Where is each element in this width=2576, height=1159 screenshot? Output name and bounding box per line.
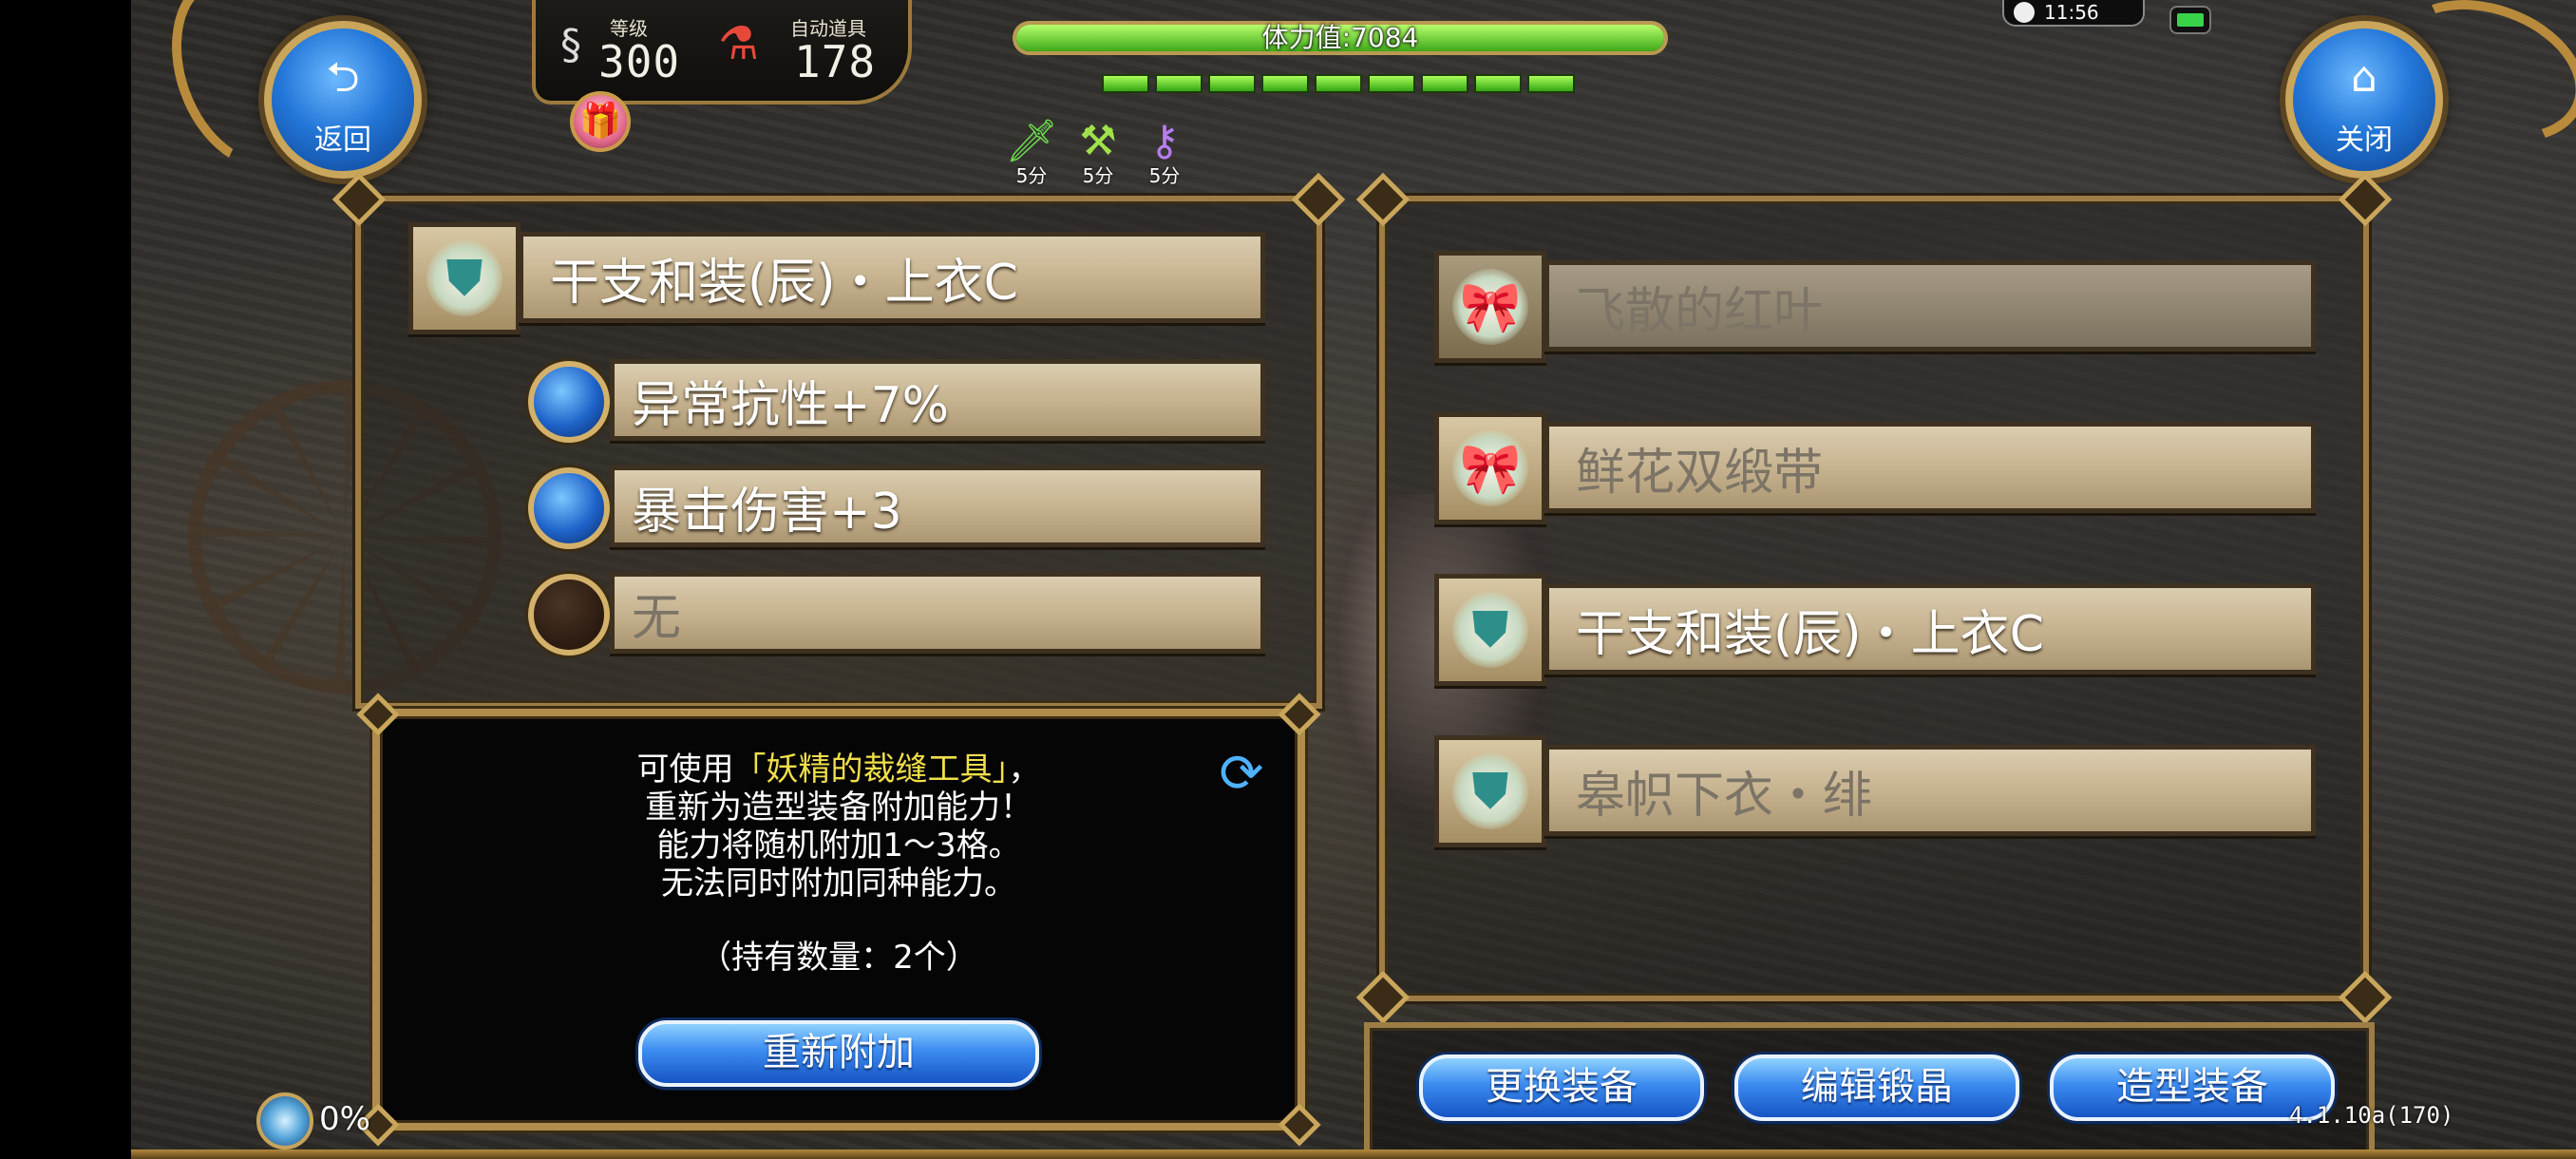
item-icon: ⛊ xyxy=(1434,735,1546,847)
selected-item-name: 干支和装(辰)・上衣C xyxy=(550,254,1018,312)
auto-item-value: 178 xyxy=(794,36,877,87)
stamina-segment xyxy=(1527,74,1575,93)
level-value: 300 xyxy=(598,36,681,87)
stamina-segment xyxy=(1261,74,1309,93)
buff-list: 🗡 5分 ⚒ 5分 ⚷ 5分 xyxy=(1005,117,1191,188)
item-name-bar: 皋帜下衣・绯 xyxy=(1544,745,2316,836)
owned-count: （持有数量：2个） xyxy=(699,939,978,977)
stamina-segment xyxy=(1208,74,1256,93)
player-status-panel: § 等级 300 ⚗ 自动道具 178 xyxy=(532,0,912,104)
back-button[interactable]: ⮌ 返回 xyxy=(264,21,422,179)
edit-crystal-button[interactable]: 编辑锻晶 xyxy=(1734,1054,2019,1121)
purple-key-icon: ⚷ xyxy=(1148,117,1181,165)
ability-slot-1: 异常抗性+7% xyxy=(610,359,1265,441)
battery-icon xyxy=(2169,6,2211,34)
stamina-segment xyxy=(1315,74,1362,93)
ability-slot-orb-empty xyxy=(528,574,610,656)
sync-icon xyxy=(256,1092,313,1150)
ability-slot-orb xyxy=(528,361,610,443)
stamina-gauge: 体力值:7084 xyxy=(997,13,1668,104)
clock-icon xyxy=(2014,2,2035,23)
ability-slot-2: 暴击伤害+3 xyxy=(610,466,1265,547)
stamina-segments xyxy=(1102,74,1575,93)
potion-icon: ⚗ xyxy=(718,17,760,70)
progress-percent: 0% xyxy=(319,1100,370,1138)
item-name-bar: 飞散的红叶 xyxy=(1544,260,2316,352)
armor-icon: ⛊ xyxy=(1452,753,1528,829)
clock: 11:56 xyxy=(2002,0,2145,27)
item-name-bar: 鲜花双缎带 xyxy=(1544,422,2316,513)
refresh-icon[interactable]: ⟳ xyxy=(1212,745,1271,804)
tool-name: 「妖精的裁缝工具」 xyxy=(733,750,1009,788)
stamina-segment xyxy=(1368,74,1415,93)
item-icon: ⛊ xyxy=(1434,574,1546,686)
item-name-bar: 干支和装(辰)・上衣C xyxy=(1544,583,2316,674)
buff-item[interactable]: ⚒ 5分 xyxy=(1071,117,1125,188)
version-label: 4.1.10a(170) xyxy=(2289,1102,2454,1129)
buff-item[interactable]: 🗡 5分 xyxy=(1005,117,1058,188)
armor-icon: ⛊ xyxy=(426,240,502,316)
item-icon: 🎀 xyxy=(1434,251,1546,363)
stamina-text: 体力值:7084 xyxy=(1261,22,1419,53)
item-icon: 🎀 xyxy=(1434,412,1546,524)
reattach-info-box: 可使用「妖精的裁缝工具」， 重新为造型装备附加能力！ 能力将随机附加1～3格。 … xyxy=(356,693,1321,1147)
back-arrow-icon: ⮌ xyxy=(326,53,360,102)
ability-slot-orb xyxy=(528,467,610,549)
home-icon: ⌂ xyxy=(2351,53,2377,102)
buff-item[interactable]: ⚷ 5分 xyxy=(1138,117,1191,188)
armor-icon: ⛊ xyxy=(1452,592,1528,668)
stamina-segment xyxy=(1155,74,1203,93)
stamina-segment xyxy=(1421,74,1468,93)
reattach-description: 可使用「妖精的裁缝工具」， 重新为造型装备附加能力！ 能力将随机附加1～3格。 … xyxy=(380,750,1297,977)
selected-item-icon: ⛊ xyxy=(408,222,521,334)
red-bow-icon: 🎀 xyxy=(1452,269,1528,345)
level-icon: § xyxy=(560,21,581,69)
reattach-button[interactable]: 重新附加 xyxy=(638,1020,1039,1087)
selected-item-name-bar: 干支和装(辰)・上衣C xyxy=(519,232,1265,323)
gift-icon[interactable]: 🎁 xyxy=(570,91,631,152)
change-equipment-button[interactable]: 更换装备 xyxy=(1419,1054,1704,1121)
stamina-segment xyxy=(1102,74,1149,93)
close-button[interactable]: ⌂ 关闭 xyxy=(2285,21,2443,179)
red-bow-icon: 🎀 xyxy=(1452,430,1528,506)
green-sword-icon: 🗡 xyxy=(1005,117,1058,165)
green-scythe-icon: ⚒ xyxy=(1079,117,1117,165)
bottom-border xyxy=(131,1150,2576,1159)
stamina-segment xyxy=(1474,74,1522,93)
ability-slot-3: 无 xyxy=(610,572,1265,654)
